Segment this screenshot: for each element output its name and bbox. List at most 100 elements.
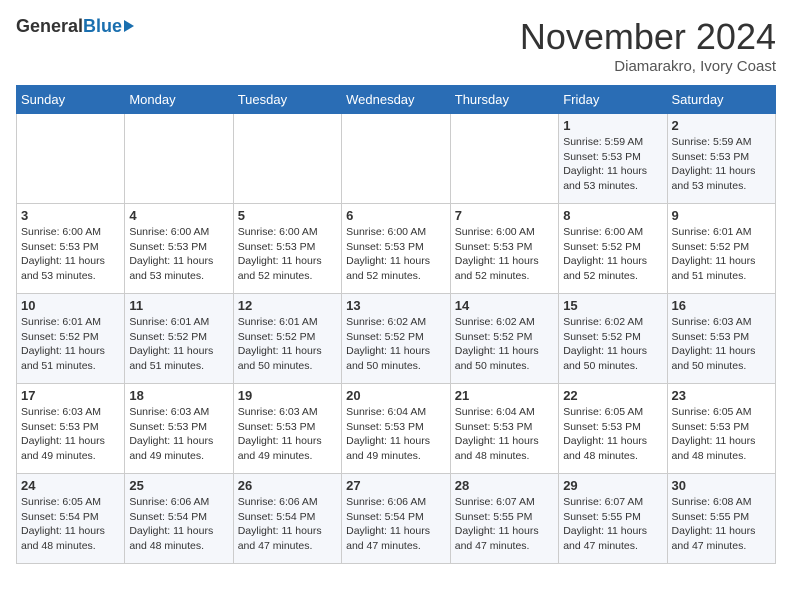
- calendar-cell: 22 Sunrise: 6:05 AM Sunset: 5:53 PM Dayli…: [559, 384, 667, 474]
- day-number: 8: [563, 208, 662, 223]
- calendar-cell: 26 Sunrise: 6:06 AM Sunset: 5:54 PM Dayli…: [233, 474, 341, 564]
- day-number: 9: [672, 208, 771, 223]
- day-info: Sunrise: 6:06 AM Sunset: 5:54 PM Dayligh…: [129, 495, 228, 554]
- day-number: 2: [672, 118, 771, 133]
- day-info: Sunrise: 6:05 AM Sunset: 5:54 PM Dayligh…: [21, 495, 120, 554]
- calendar-cell: [233, 114, 341, 204]
- calendar-cell: 10 Sunrise: 6:01 AM Sunset: 5:52 PM Dayli…: [17, 294, 125, 384]
- calendar-table: SundayMondayTuesdayWednesdayThursdayFrid…: [16, 85, 776, 564]
- day-number: 7: [455, 208, 554, 223]
- day-number: 3: [21, 208, 120, 223]
- calendar-cell: 5 Sunrise: 6:00 AM Sunset: 5:53 PM Daylig…: [233, 204, 341, 294]
- day-info: Sunrise: 6:05 AM Sunset: 5:53 PM Dayligh…: [672, 405, 771, 464]
- day-info: Sunrise: 6:08 AM Sunset: 5:55 PM Dayligh…: [672, 495, 771, 554]
- day-info: Sunrise: 6:06 AM Sunset: 5:54 PM Dayligh…: [346, 495, 446, 554]
- day-number: 14: [455, 298, 554, 313]
- day-info: Sunrise: 6:01 AM Sunset: 5:52 PM Dayligh…: [672, 225, 771, 284]
- day-number: 4: [129, 208, 228, 223]
- calendar-cell: 1 Sunrise: 5:59 AM Sunset: 5:53 PM Daylig…: [559, 114, 667, 204]
- calendar-cell: 20 Sunrise: 6:04 AM Sunset: 5:53 PM Dayli…: [342, 384, 451, 474]
- calendar-cell: 13 Sunrise: 6:02 AM Sunset: 5:52 PM Dayli…: [342, 294, 451, 384]
- day-info: Sunrise: 6:00 AM Sunset: 5:53 PM Dayligh…: [21, 225, 120, 284]
- day-info: Sunrise: 6:05 AM Sunset: 5:53 PM Dayligh…: [563, 405, 662, 464]
- day-number: 23: [672, 388, 771, 403]
- weekday-header-wednesday: Wednesday: [342, 86, 451, 114]
- calendar-week-3: 10 Sunrise: 6:01 AM Sunset: 5:52 PM Dayli…: [17, 294, 776, 384]
- calendar-cell: 16Sunrise: 6:03 AM Sunset: 5:53 PM Dayli…: [667, 294, 775, 384]
- calendar-week-1: 1 Sunrise: 5:59 AM Sunset: 5:53 PM Daylig…: [17, 114, 776, 204]
- day-number: 12: [238, 298, 337, 313]
- day-number: 5: [238, 208, 337, 223]
- day-info: Sunrise: 6:00 AM Sunset: 5:53 PM Dayligh…: [455, 225, 554, 284]
- calendar-cell: [125, 114, 233, 204]
- day-number: 20: [346, 388, 446, 403]
- day-info: Sunrise: 6:00 AM Sunset: 5:52 PM Dayligh…: [563, 225, 662, 284]
- month-title: November 2024: [520, 16, 776, 58]
- logo: General Blue: [16, 16, 134, 37]
- day-info: Sunrise: 6:01 AM Sunset: 5:52 PM Dayligh…: [129, 315, 228, 374]
- calendar-cell: 19Sunrise: 6:03 AM Sunset: 5:53 PM Dayli…: [233, 384, 341, 474]
- weekday-header-tuesday: Tuesday: [233, 86, 341, 114]
- calendar-cell: 30 Sunrise: 6:08 AM Sunset: 5:55 PM Dayli…: [667, 474, 775, 564]
- day-info: Sunrise: 6:07 AM Sunset: 5:55 PM Dayligh…: [455, 495, 554, 554]
- day-info: Sunrise: 6:01 AM Sunset: 5:52 PM Dayligh…: [21, 315, 120, 374]
- day-info: Sunrise: 6:03 AM Sunset: 5:53 PM Dayligh…: [21, 405, 120, 464]
- calendar-cell: 14 Sunrise: 6:02 AM Sunset: 5:52 PM Dayli…: [450, 294, 558, 384]
- title-block: November 2024 Diamarakro, Ivory Coast: [520, 16, 776, 75]
- calendar-cell: 21Sunrise: 6:04 AM Sunset: 5:53 PM Dayli…: [450, 384, 558, 474]
- calendar-week-5: 24 Sunrise: 6:05 AM Sunset: 5:54 PM Dayli…: [17, 474, 776, 564]
- day-number: 10: [21, 298, 120, 313]
- day-number: 29: [563, 478, 662, 493]
- day-info: Sunrise: 6:02 AM Sunset: 5:52 PM Dayligh…: [346, 315, 446, 374]
- day-number: 30: [672, 478, 771, 493]
- day-number: 21: [455, 388, 554, 403]
- day-info: Sunrise: 5:59 AM Sunset: 5:53 PM Dayligh…: [563, 135, 662, 194]
- day-number: 6: [346, 208, 446, 223]
- day-number: 25: [129, 478, 228, 493]
- weekday-header-saturday: Saturday: [667, 86, 775, 114]
- day-info: Sunrise: 6:00 AM Sunset: 5:53 PM Dayligh…: [238, 225, 337, 284]
- calendar-cell: 8 Sunrise: 6:00 AM Sunset: 5:52 PM Daylig…: [559, 204, 667, 294]
- day-info: Sunrise: 6:03 AM Sunset: 5:53 PM Dayligh…: [238, 405, 337, 464]
- calendar-week-4: 17 Sunrise: 6:03 AM Sunset: 5:53 PM Dayli…: [17, 384, 776, 474]
- logo-general: General: [16, 16, 83, 37]
- weekday-header-sunday: Sunday: [17, 86, 125, 114]
- calendar-cell: 3 Sunrise: 6:00 AM Sunset: 5:53 PM Daylig…: [17, 204, 125, 294]
- weekday-header-row: SundayMondayTuesdayWednesdayThursdayFrid…: [17, 86, 776, 114]
- calendar-cell: 23 Sunrise: 6:05 AM Sunset: 5:53 PM Dayli…: [667, 384, 775, 474]
- calendar-cell: 24 Sunrise: 6:05 AM Sunset: 5:54 PM Dayli…: [17, 474, 125, 564]
- weekday-header-monday: Monday: [125, 86, 233, 114]
- day-number: 22: [563, 388, 662, 403]
- day-number: 16: [672, 298, 771, 313]
- day-number: 13: [346, 298, 446, 313]
- logo-blue: Blue: [83, 16, 122, 37]
- day-info: Sunrise: 6:00 AM Sunset: 5:53 PM Dayligh…: [129, 225, 228, 284]
- day-number: 11: [129, 298, 228, 313]
- calendar-cell: 25 Sunrise: 6:06 AM Sunset: 5:54 PM Dayli…: [125, 474, 233, 564]
- location: Diamarakro, Ivory Coast: [520, 58, 776, 75]
- day-number: 27: [346, 478, 446, 493]
- calendar-cell: 4 Sunrise: 6:00 AM Sunset: 5:53 PM Daylig…: [125, 204, 233, 294]
- day-number: 26: [238, 478, 337, 493]
- day-info: Sunrise: 5:59 AM Sunset: 5:53 PM Dayligh…: [672, 135, 771, 194]
- day-number: 1: [563, 118, 662, 133]
- day-info: Sunrise: 6:02 AM Sunset: 5:52 PM Dayligh…: [563, 315, 662, 374]
- calendar-cell: 29 Sunrise: 6:07 AM Sunset: 5:55 PM Dayli…: [559, 474, 667, 564]
- calendar-cell: [17, 114, 125, 204]
- calendar-cell: 28 Sunrise: 6:07 AM Sunset: 5:55 PM Dayli…: [450, 474, 558, 564]
- day-info: Sunrise: 6:04 AM Sunset: 5:53 PM Dayligh…: [346, 405, 446, 464]
- calendar-cell: 12Sunrise: 6:01 AM Sunset: 5:52 PM Dayli…: [233, 294, 341, 384]
- day-info: Sunrise: 6:00 AM Sunset: 5:53 PM Dayligh…: [346, 225, 446, 284]
- day-info: Sunrise: 6:06 AM Sunset: 5:54 PM Dayligh…: [238, 495, 337, 554]
- calendar-cell: 15Sunrise: 6:02 AM Sunset: 5:52 PM Dayli…: [559, 294, 667, 384]
- day-number: 28: [455, 478, 554, 493]
- day-number: 17: [21, 388, 120, 403]
- logo-triangle-icon: [124, 20, 134, 32]
- day-info: Sunrise: 6:07 AM Sunset: 5:55 PM Dayligh…: [563, 495, 662, 554]
- page-header: General Blue November 2024 Diamarakro, I…: [16, 16, 776, 75]
- calendar-cell: 6 Sunrise: 6:00 AM Sunset: 5:53 PM Daylig…: [342, 204, 451, 294]
- day-info: Sunrise: 6:02 AM Sunset: 5:52 PM Dayligh…: [455, 315, 554, 374]
- day-number: 24: [21, 478, 120, 493]
- weekday-header-thursday: Thursday: [450, 86, 558, 114]
- calendar-cell: 27 Sunrise: 6:06 AM Sunset: 5:54 PM Dayli…: [342, 474, 451, 564]
